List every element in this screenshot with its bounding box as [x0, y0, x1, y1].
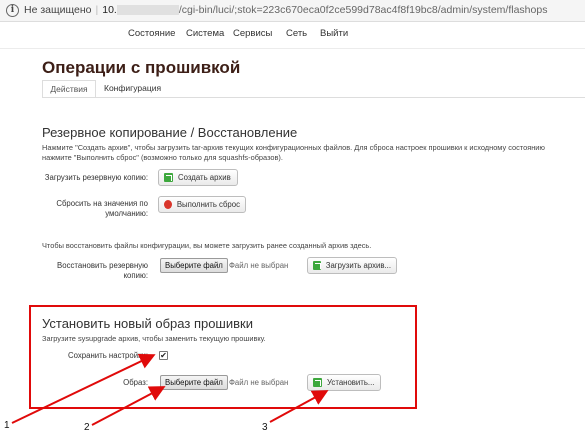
arrow-2	[91, 386, 166, 426]
arrow-1	[11, 353, 156, 424]
arrow-3	[269, 390, 329, 423]
marker-2: 2	[84, 422, 90, 433]
marker-3: 3	[262, 422, 268, 433]
annotation-arrows	[11, 353, 329, 426]
marker-1: 1	[4, 420, 10, 431]
